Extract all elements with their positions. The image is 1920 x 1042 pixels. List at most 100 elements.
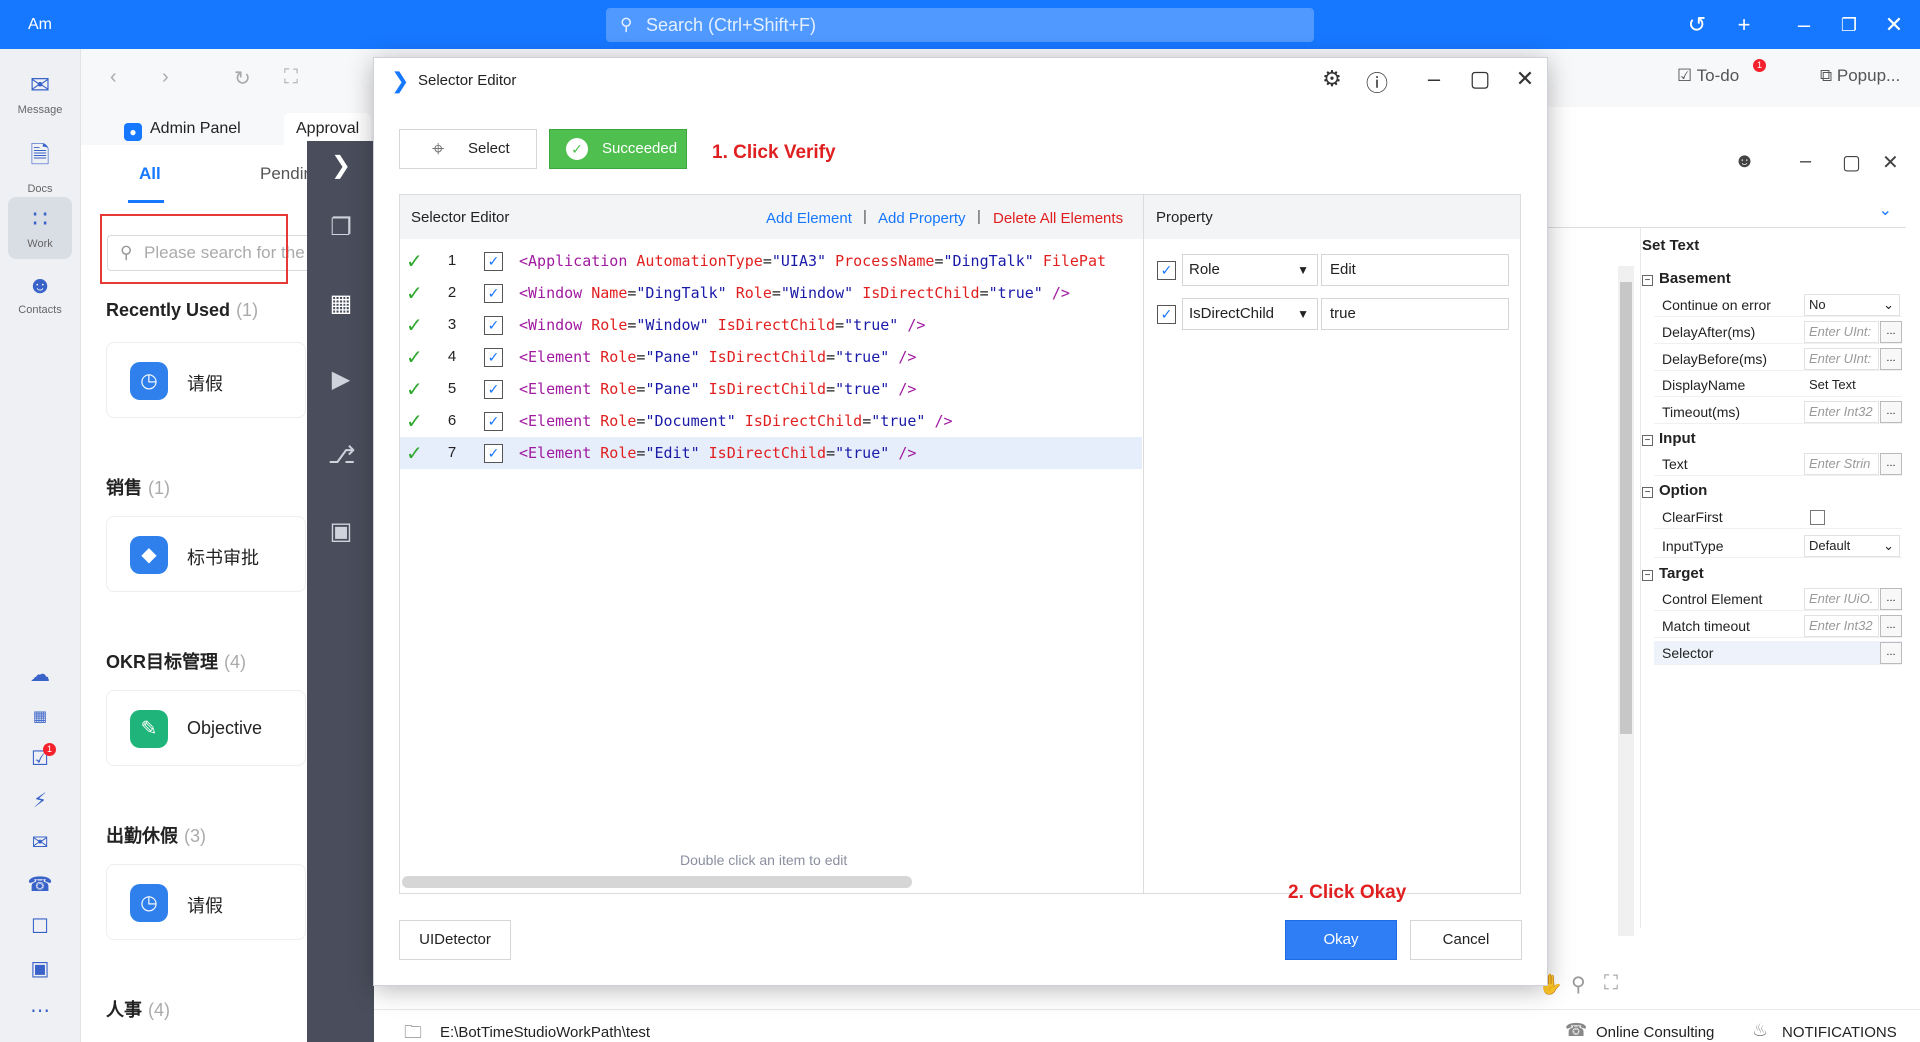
selector-code[interactable]: <Element Role="Pane" IsDirectChild="true…	[519, 348, 916, 366]
global-search-input[interactable]: ⚲ Search (Ctrl+Shift+F)	[606, 8, 1314, 42]
selector-row[interactable]: ✓ 1 ✓ <Application AutomationType="UIA3" Pr…	[400, 245, 1142, 277]
app-card-leave[interactable]: ◷ 请假	[106, 342, 306, 418]
prop-input[interactable]: Enter IUiO.	[1804, 588, 1879, 610]
prop-input[interactable]: Enter Int32	[1804, 615, 1879, 637]
group-input[interactable]: − Input	[1642, 430, 1696, 447]
prop-select[interactable]: Default ⌄	[1804, 535, 1900, 557]
app-card-bid-approval[interactable]: ◆ 标书审批	[106, 516, 306, 592]
prop-input[interactable]: Enter Int32	[1804, 401, 1879, 423]
cancel-button[interactable]: Cancel	[1410, 920, 1522, 960]
selector-row[interactable]: ✓ 7 ✓ <Element Role="Edit" IsDirectChild="t…	[400, 437, 1142, 469]
fullscreen-icon[interactable]: ⛶	[284, 66, 298, 89]
prop-clear-first[interactable]: ClearFirst	[1654, 505, 1902, 529]
row-checkbox[interactable]: ✓	[484, 284, 503, 303]
delete-all-elements-link[interactable]: Delete All Elements	[993, 210, 1123, 227]
dialog-minimize-icon[interactable]: –	[1420, 66, 1448, 92]
prop-match-timeout[interactable]: Match timeout Enter Int32 ...	[1654, 614, 1902, 638]
selector-code[interactable]: <Element Role="Edit" IsDirectChild="true…	[519, 444, 916, 462]
ellipsis-button[interactable]: ...	[1880, 615, 1902, 637]
user-icon[interactable]: ☻	[1734, 150, 1755, 173]
back-icon[interactable]: ‹	[110, 66, 117, 89]
run-bug-icon[interactable]: ▶	[328, 367, 354, 393]
dialog-close-icon[interactable]: ✕	[1511, 66, 1539, 92]
ellipsis-button[interactable]: ...	[1880, 401, 1902, 423]
app-card-objective[interactable]: ✎ Objective	[106, 690, 306, 766]
collapse-icon[interactable]: −	[1642, 435, 1653, 446]
close-icon[interactable]: ✕	[1879, 10, 1909, 40]
prop-delay-after[interactable]: DelayAfter(ms) Enter UInt: ...	[1654, 320, 1902, 344]
subtab-all[interactable]: All	[139, 164, 161, 184]
add-element-link[interactable]: Add Element	[766, 210, 852, 227]
selector-row[interactable]: ✓ 4 ✓ <Element Role="Pane" IsDirectChild="t…	[400, 341, 1142, 373]
prop-input[interactable]: Set Text	[1804, 374, 1879, 396]
group-option[interactable]: − Option	[1642, 482, 1707, 499]
inbox-icon[interactable]: ▣	[26, 955, 54, 983]
nav-item-work[interactable]: ∷ Work	[8, 197, 72, 259]
help-icon[interactable]: ⓘ	[1363, 66, 1391, 98]
add-icon[interactable]: +	[1729, 10, 1759, 40]
ellipsis-button[interactable]: ...	[1880, 348, 1902, 370]
app-card-leave-2[interactable]: ◷ 请假	[106, 864, 306, 940]
prop-input[interactable]: Enter Strin	[1804, 453, 1879, 475]
horizontal-scrollbar[interactable]	[402, 876, 912, 888]
selector-row[interactable]: ✓ 6 ✓ <Element Role = "Document" IsDirectChil…	[400, 405, 1142, 437]
fit-screen-icon[interactable]: ⛶	[1604, 972, 1618, 995]
checklist-icon[interactable]: ☐	[26, 913, 54, 941]
property-name-dropdown[interactable]: Role ▼	[1182, 254, 1318, 286]
prop-selector[interactable]: Selector ...	[1654, 641, 1902, 665]
selector-row[interactable]: ✓ 2 ✓ <Window Name="DingTalk" Role="Window"…	[400, 277, 1142, 309]
studio-maximize-icon[interactable]: ▢	[1842, 150, 1861, 175]
selector-code[interactable]: <Element Role="Document" IsDirectChild="…	[519, 412, 953, 430]
add-property-link[interactable]: Add Property	[878, 210, 966, 227]
collapse-icon[interactable]: −	[1642, 570, 1653, 581]
nav-item-message[interactable]: ✉ Message	[8, 63, 72, 125]
prop-input-type[interactable]: InputType Default ⌄	[1654, 534, 1902, 558]
prop-select[interactable]: No ⌄	[1804, 294, 1900, 316]
selector-ellipsis-button[interactable]: ...	[1880, 642, 1902, 664]
cloud-icon[interactable]: ☁	[26, 661, 54, 689]
online-consulting-button[interactable]: Online Consulting	[1596, 1024, 1714, 1041]
tab-admin-panel[interactable]: ● Admin Panel	[112, 113, 253, 145]
verify-succeeded-button[interactable]: ✓ Succeeded	[549, 129, 687, 169]
select-button[interactable]: ⌖ Select	[399, 129, 537, 169]
more-icon[interactable]: ⋯	[26, 997, 54, 1025]
group-basement[interactable]: − Basement	[1642, 270, 1731, 287]
property-value-input[interactable]: true	[1321, 298, 1509, 330]
okay-button[interactable]: Okay	[1285, 920, 1397, 960]
forward-icon[interactable]: ›	[162, 66, 169, 89]
row-checkbox[interactable]: ✓	[484, 348, 503, 367]
components-icon[interactable]: ▦	[328, 291, 354, 317]
selector-code[interactable]: <Window Name="DingTalk" Role="Window" Is…	[519, 284, 1070, 302]
property-row[interactable]: ✓ Role ▼ Edit	[1157, 254, 1509, 286]
restore-icon[interactable]: ❐	[1834, 10, 1864, 40]
zoom-icon[interactable]: ⚲	[1571, 972, 1586, 997]
selector-row[interactable]: ✓ 3 ✓ <Window Role="Window" IsDirectChild="…	[400, 309, 1142, 341]
property-checkbox[interactable]: ✓	[1157, 261, 1176, 280]
todo-button[interactable]: ☑ To-do	[1677, 66, 1739, 86]
row-checkbox[interactable]: ✓	[484, 380, 503, 399]
ellipsis-button[interactable]: ...	[1880, 321, 1902, 343]
property-row[interactable]: ✓ IsDirectChild ▼ true	[1157, 298, 1509, 330]
lightning-icon[interactable]: ⚡	[26, 787, 54, 815]
notifications-button[interactable]: NOTIFICATIONS	[1782, 1024, 1897, 1041]
settings-icon[interactable]: ⚙	[1318, 66, 1346, 92]
dialog-maximize-icon[interactable]: ▢	[1466, 66, 1494, 92]
nav-item-docs[interactable]: 🗎 Docs	[8, 130, 72, 195]
refresh-icon[interactable]: ↻	[234, 66, 251, 91]
phone-icon[interactable]: ☎	[26, 871, 54, 899]
group-target[interactable]: − Target	[1642, 565, 1704, 582]
selector-code[interactable]: <Element Role="Pane" IsDirectChild="true…	[519, 380, 916, 398]
package-icon[interactable]: ▣	[328, 519, 354, 545]
prop-input[interactable]: Enter UInt:	[1804, 348, 1879, 370]
nav-item-contacts[interactable]: ☻ Contacts	[8, 264, 72, 326]
prop-control-element[interactable]: Control Element Enter IUiO. ...	[1654, 587, 1902, 611]
selector-row[interactable]: ✓ 5 ✓ <Element Role="Pane" IsDirectChild="t…	[400, 373, 1142, 405]
vertical-scrollbar-thumb[interactable]	[1620, 282, 1632, 734]
popup-button[interactable]: ⧉ Popup...	[1820, 66, 1900, 86]
mail-icon[interactable]: ✉	[26, 829, 54, 857]
studio-dropdown-bar[interactable]: ⌄	[1546, 196, 1906, 228]
selector-code[interactable]: <Window Role="Window" IsDirectChild="tru…	[519, 316, 925, 334]
property-checkbox[interactable]: ✓	[1157, 305, 1176, 324]
user-avatar[interactable]: Am	[18, 10, 62, 40]
collapse-icon[interactable]: −	[1642, 275, 1653, 286]
